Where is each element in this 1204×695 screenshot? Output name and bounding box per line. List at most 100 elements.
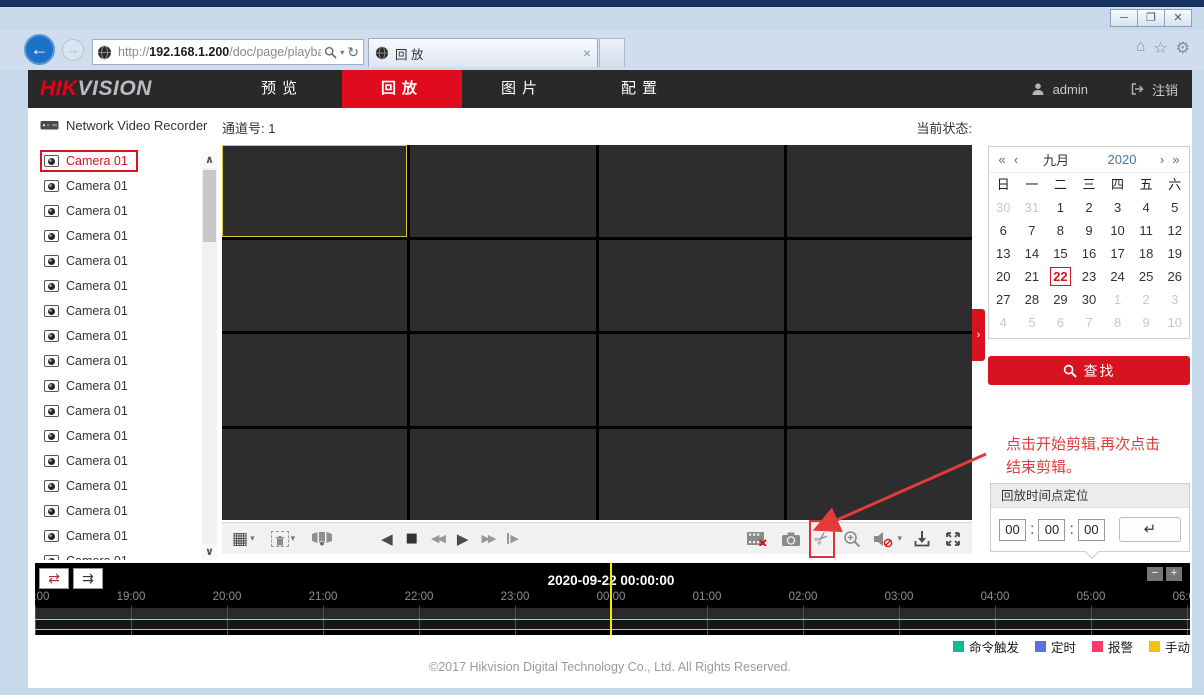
video-cell-2[interactable]: [410, 145, 595, 237]
calendar-day[interactable]: 16: [1075, 242, 1104, 265]
calendar-month[interactable]: 九月: [1023, 150, 1089, 169]
calendar-day[interactable]: 30: [1075, 288, 1104, 311]
camera-list-item[interactable]: Camera 01: [34, 448, 202, 473]
video-cell-16[interactable]: [787, 429, 972, 521]
address-bar[interactable]: http://192.168.1.200/doc/page/playbac ▾ …: [92, 39, 364, 65]
camera-list-item[interactable]: Camera 01: [34, 323, 202, 348]
settings-gear-icon[interactable]: ⚙: [1176, 38, 1190, 58]
timeline-sync-button[interactable]: ⇄: [39, 568, 69, 589]
clear-selection-button[interactable]: ▾: [271, 526, 296, 552]
calendar-prev-month-icon[interactable]: ‹: [1009, 152, 1023, 167]
fullscreen-button[interactable]: [944, 526, 962, 552]
calendar-day[interactable]: 9: [1075, 219, 1104, 242]
calendar-day[interactable]: 15: [1046, 242, 1075, 265]
reverse-play-button[interactable]: ◀: [381, 526, 393, 552]
calendar-prev-year-icon[interactable]: «: [995, 152, 1009, 167]
go-to-time-button[interactable]: ↵: [1119, 517, 1181, 542]
calendar-day[interactable]: 9: [1132, 311, 1161, 334]
calendar-day[interactable]: 5: [1018, 311, 1047, 334]
camera-list-item[interactable]: Camera 01: [34, 373, 202, 398]
scroll-up-icon[interactable]: ∧: [202, 152, 217, 168]
frame-step-button[interactable]: ▶: [507, 526, 518, 552]
nav-tab-1[interactable]: 回放: [342, 70, 462, 108]
camera-list-item[interactable]: Camera 01: [34, 423, 202, 448]
camera-list-item[interactable]: Camera 01: [34, 548, 202, 560]
nav-tab-2[interactable]: 图片: [462, 70, 582, 108]
video-cell-5[interactable]: [222, 240, 407, 332]
video-cell-15[interactable]: [599, 429, 784, 521]
calendar-day[interactable]: 12: [1160, 219, 1189, 242]
calendar-year[interactable]: 2020: [1089, 152, 1155, 167]
device-row[interactable]: Network Video Recorder: [40, 118, 207, 133]
maximize-button[interactable]: ❐: [1137, 9, 1165, 27]
timeline-shift-button[interactable]: ⇉: [73, 568, 103, 589]
stop-record-button[interactable]: [747, 526, 767, 552]
logout-label[interactable]: 注销: [1152, 80, 1178, 99]
calendar-day[interactable]: 5: [1160, 196, 1189, 219]
video-cell-12[interactable]: [787, 334, 972, 426]
camera-list-item[interactable]: Camera 01: [34, 398, 202, 423]
home-icon[interactable]: ⌂: [1136, 38, 1146, 58]
camera-list-item[interactable]: Camera 01: [34, 273, 202, 298]
video-cell-3[interactable]: [599, 145, 784, 237]
video-cell-4[interactable]: [787, 145, 972, 237]
audio-button[interactable]: ▾: [873, 526, 902, 552]
fisheye-button[interactable]: [311, 526, 333, 552]
panel-expander-button[interactable]: ›: [972, 309, 985, 361]
tab-close-icon[interactable]: ×: [583, 45, 591, 61]
calendar-day[interactable]: 27: [989, 288, 1018, 311]
calendar-day[interactable]: 4: [1132, 196, 1161, 219]
scrollbar-thumb[interactable]: [203, 170, 216, 242]
video-cell-6[interactable]: [410, 240, 595, 332]
video-cell-7[interactable]: [599, 240, 784, 332]
url-text[interactable]: http://192.168.1.200/doc/page/playbac: [118, 45, 321, 59]
calendar-day[interactable]: 7: [1075, 311, 1104, 334]
nav-tab-3[interactable]: 配置: [582, 70, 702, 108]
timeline[interactable]: ⇄ ⇉ − + 2020-09-22 00:00:00 18:0019:0020…: [35, 563, 1190, 635]
video-cell-10[interactable]: [410, 334, 595, 426]
calendar-day[interactable]: 14: [1018, 242, 1047, 265]
calendar-day[interactable]: 31: [1018, 196, 1047, 219]
calendar-day[interactable]: 13: [989, 242, 1018, 265]
camera-list-item[interactable]: Camera 01: [34, 473, 202, 498]
calendar-day[interactable]: 24: [1103, 265, 1132, 288]
video-cell-14[interactable]: [410, 429, 595, 521]
video-cell-13[interactable]: [222, 429, 407, 521]
calendar-day[interactable]: 25: [1132, 265, 1161, 288]
calendar-day[interactable]: 2: [1075, 196, 1104, 219]
video-cell-11[interactable]: [599, 334, 784, 426]
calendar-day[interactable]: 2: [1132, 288, 1161, 311]
download-button[interactable]: [914, 526, 930, 552]
calendar-day[interactable]: 10: [1160, 311, 1189, 334]
calendar-day[interactable]: 23: [1075, 265, 1104, 288]
calendar-day[interactable]: 17: [1103, 242, 1132, 265]
camera-list-item[interactable]: Camera 01: [34, 148, 202, 173]
calendar-day[interactable]: 20: [989, 265, 1018, 288]
calendar-day[interactable]: 8: [1046, 219, 1075, 242]
video-cell-9[interactable]: [222, 334, 407, 426]
calendar-day[interactable]: 10: [1103, 219, 1132, 242]
calendar-day[interactable]: 29: [1046, 288, 1075, 311]
scroll-down-icon[interactable]: ∨: [202, 544, 217, 560]
calendar-next-month-icon[interactable]: ›: [1155, 152, 1169, 167]
timeline-zoom-out-button[interactable]: −: [1147, 567, 1163, 581]
snapshot-button[interactable]: [781, 526, 801, 552]
browser-back-button[interactable]: ←: [24, 34, 55, 65]
nav-tab-0[interactable]: 预览: [222, 70, 342, 108]
refresh-icon[interactable]: ↻: [347, 44, 359, 61]
calendar-day[interactable]: 19: [1160, 242, 1189, 265]
slow-down-button[interactable]: ◀◀: [431, 526, 444, 552]
calendar-day-selected[interactable]: 22: [1046, 265, 1075, 288]
clip-button[interactable]: ✂: [815, 526, 829, 552]
calendar-day[interactable]: 26: [1160, 265, 1189, 288]
calendar-day[interactable]: 18: [1132, 242, 1161, 265]
calendar-day[interactable]: 1: [1103, 288, 1132, 311]
calendar-day[interactable]: 3: [1103, 196, 1132, 219]
calendar-next-year-icon[interactable]: »: [1169, 152, 1183, 167]
hour-input[interactable]: [999, 519, 1026, 541]
minute-input[interactable]: [1038, 519, 1065, 541]
timeline-zoom-in-button[interactable]: +: [1166, 567, 1182, 581]
calendar-day[interactable]: 11: [1132, 219, 1161, 242]
calendar-day[interactable]: 8: [1103, 311, 1132, 334]
search-dropdown-caret-icon[interactable]: ▾: [340, 48, 344, 57]
